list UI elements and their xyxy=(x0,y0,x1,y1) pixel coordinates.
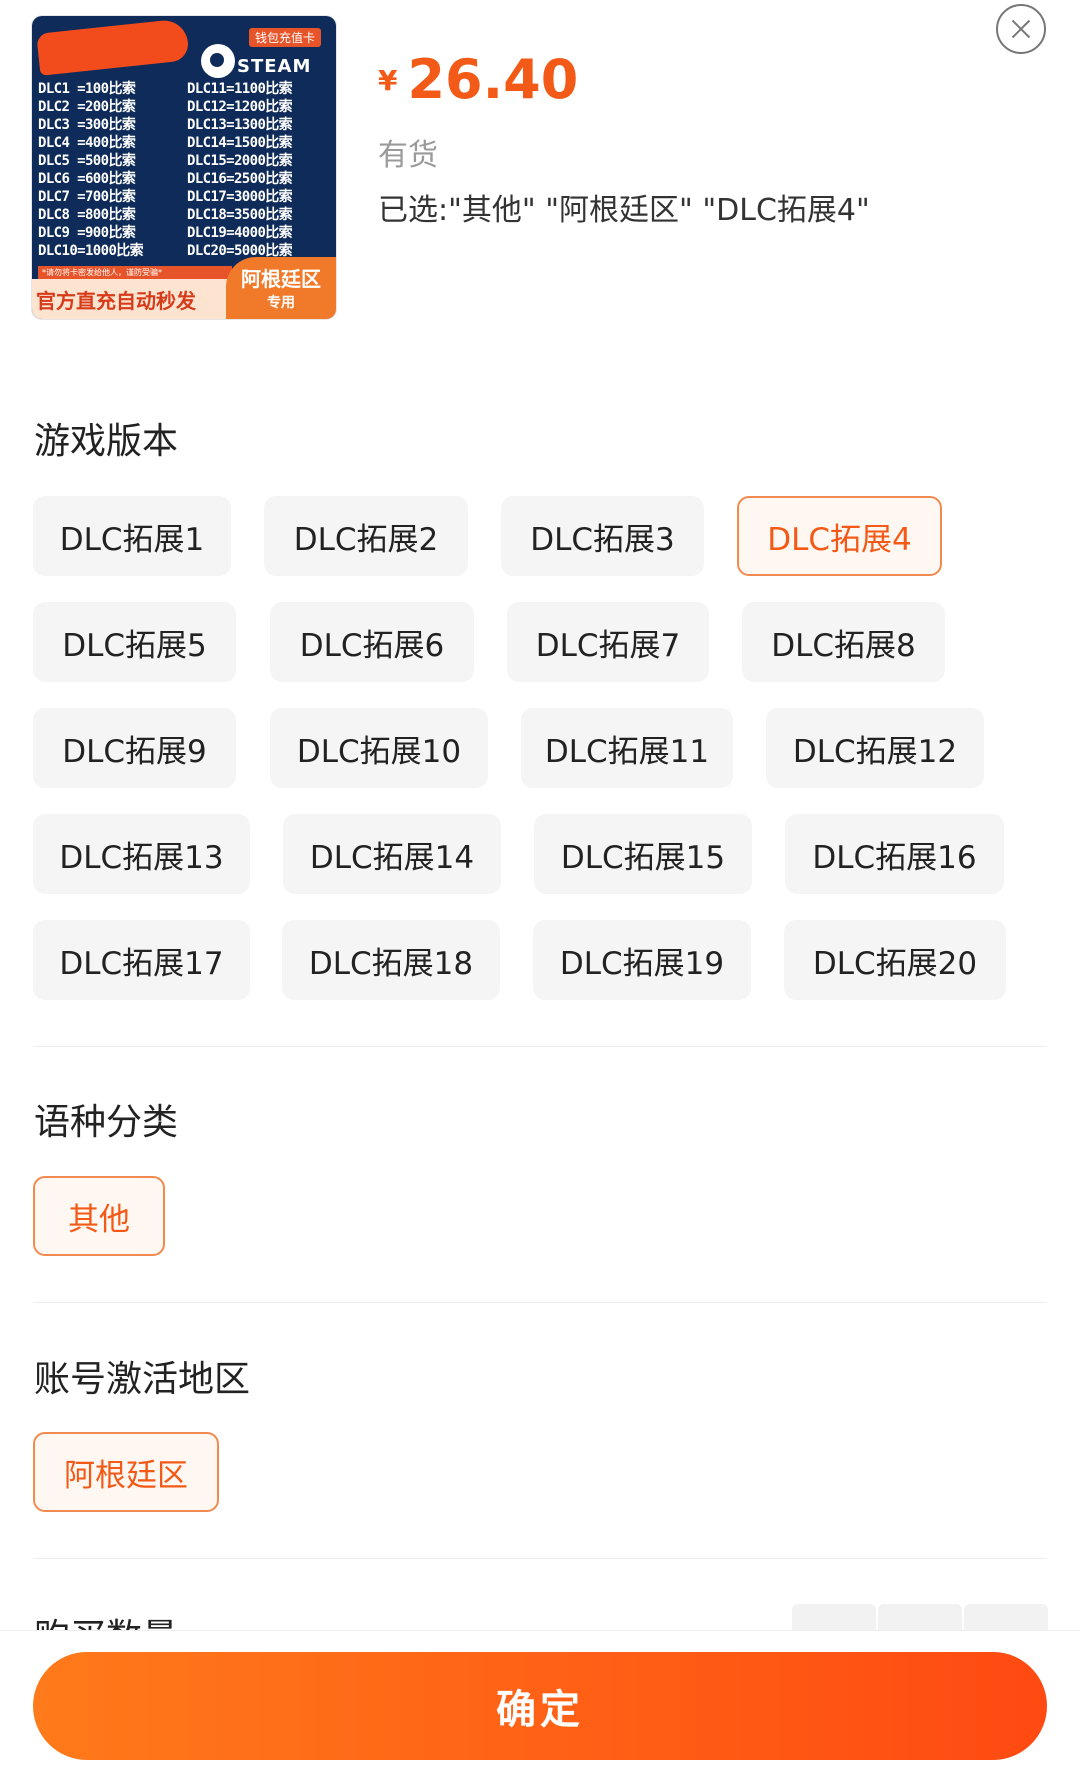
region-option-selected[interactable]: 阿根廷区 xyxy=(33,1432,219,1512)
version-option[interactable]: DLC拓展7 xyxy=(507,602,709,682)
price-list-item: DLC6 =600比索 xyxy=(38,171,136,187)
version-option[interactable]: DLC拓展20 xyxy=(784,920,1006,1000)
stock-status: 有货 xyxy=(378,138,438,173)
version-option[interactable]: DLC拓展3 xyxy=(501,496,704,576)
price-list-item: DLC13=1300比索 xyxy=(187,117,293,133)
close-icon[interactable] xyxy=(996,4,1046,54)
version-option-selected[interactable]: DLC拓展4 xyxy=(737,496,942,576)
price-list-item: DLC16=2500比索 xyxy=(187,171,293,187)
price-list-item: DLC2 =200比索 xyxy=(38,99,136,115)
price-list-item: DLC3 =300比索 xyxy=(38,117,136,133)
price-list-item: DLC7 =700比索 xyxy=(38,189,136,205)
price: ¥26.40 xyxy=(378,48,578,111)
version-option[interactable]: DLC拓展9 xyxy=(33,708,236,788)
price-list-item: DLC12=1200比索 xyxy=(187,99,293,115)
version-option[interactable]: DLC拓展8 xyxy=(742,602,945,682)
version-option[interactable]: DLC拓展16 xyxy=(785,814,1004,894)
region-ribbon-sub: 专用 xyxy=(267,295,295,311)
version-option[interactable]: DLC拓展18 xyxy=(282,920,500,1000)
price-list-item: DLC8 =800比索 xyxy=(38,207,136,223)
version-option[interactable]: DLC拓展13 xyxy=(33,814,250,894)
price-list-item: DLC4 =400比索 xyxy=(38,135,136,151)
steam-badge: 钱包充值卡 STEAM xyxy=(195,28,327,82)
image-notice: *请勿将卡密发给他人，谨防受骗* xyxy=(38,266,232,280)
region-ribbon-title: 阿根廷区 xyxy=(241,267,321,291)
version-option[interactable]: DLC拓展6 xyxy=(270,602,474,682)
version-option[interactable]: DLC拓展2 xyxy=(264,496,468,576)
image-tagline: 官方直充自动秒发 xyxy=(36,289,196,313)
confirm-button[interactable]: 确定 xyxy=(33,1652,1047,1760)
price-list-item: DLC14=1500比索 xyxy=(187,135,293,151)
selected-summary: 已选:"其他" "阿根廷区" "DLC拓展4" xyxy=(378,193,870,228)
image-price-list: DLC1 =100比索 DLC11=1100比索 DLC2 =200比索 DLC… xyxy=(38,80,330,260)
version-option[interactable]: DLC拓展15 xyxy=(534,814,752,894)
version-option[interactable]: DLC拓展11 xyxy=(521,708,733,788)
currency-symbol: ¥ xyxy=(378,64,398,97)
price-list-item: DLC10=1000比索 xyxy=(38,243,144,259)
price-list-item: DLC18=3500比索 xyxy=(187,207,293,223)
price-list-item: DLC1 =100比索 xyxy=(38,81,136,97)
section-divider xyxy=(34,1558,1046,1559)
section-divider xyxy=(34,1046,1046,1047)
section-divider xyxy=(34,1302,1046,1303)
region-section-title: 账号激活地区 xyxy=(34,1359,251,1400)
price-list-item: DLC15=2000比索 xyxy=(187,153,293,169)
steam-logo-icon xyxy=(201,44,235,78)
price-list-item: DLC9 =900比索 xyxy=(38,225,136,241)
version-section-title: 游戏版本 xyxy=(34,421,179,462)
version-option[interactable]: DLC拓展1 xyxy=(33,496,231,576)
version-option[interactable]: DLC拓展12 xyxy=(766,708,984,788)
version-option[interactable]: DLC拓展14 xyxy=(283,814,501,894)
product-image: 钱包充值卡 STEAM DLC1 =100比索 DLC11=1100比索 DLC… xyxy=(32,16,336,319)
price-list-item: DLC11=1100比索 xyxy=(187,81,293,97)
region-ribbon: 阿根廷区 专用 xyxy=(226,257,336,319)
redacted-mark xyxy=(36,18,190,76)
version-option[interactable]: DLC拓展10 xyxy=(270,708,488,788)
version-option[interactable]: DLC拓展17 xyxy=(33,920,250,1000)
wallet-card-chip: 钱包充值卡 xyxy=(248,28,321,47)
version-option[interactable]: DLC拓展19 xyxy=(533,920,751,1000)
steam-wordmark: STEAM xyxy=(237,56,312,77)
language-option-selected[interactable]: 其他 xyxy=(33,1176,165,1256)
price-list-item: DLC17=3000比索 xyxy=(187,189,293,205)
image-bottom-banner: 官方直充自动秒发 阿根廷区 专用 xyxy=(32,257,336,319)
price-amount: 26.40 xyxy=(407,48,579,111)
language-section-title: 语种分类 xyxy=(34,1102,179,1143)
price-list-item: DLC5 =500比索 xyxy=(38,153,136,169)
price-list-item: DLC19=4000比索 xyxy=(187,225,293,241)
version-option[interactable]: DLC拓展5 xyxy=(33,602,236,682)
